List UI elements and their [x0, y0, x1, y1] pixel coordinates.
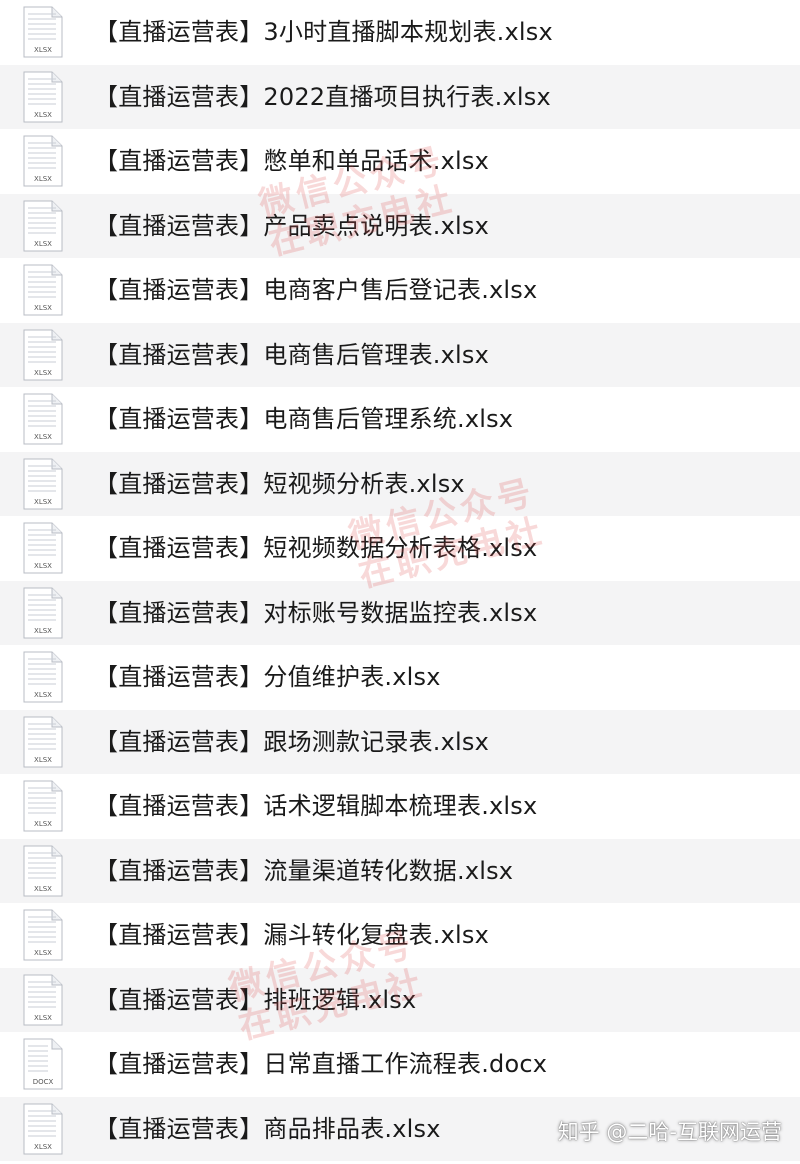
file-ext-label: XLSX: [34, 46, 52, 54]
file-name: 【直播运营表】短视频数据分析表格.xlsx: [94, 534, 538, 562]
file-row[interactable]: XLSX 【直播运营表】产品卖点说明表.xlsx: [0, 193, 800, 258]
file-name: 【直播运营表】2022直播项目执行表.xlsx: [94, 82, 551, 111]
file-ext-label: XLSX: [34, 885, 52, 893]
file-row[interactable]: XLSX 【直播运营表】排班逻辑.xlsx: [0, 967, 800, 1032]
xlsx-file-icon[interactable]: XLSX: [16, 650, 68, 704]
file-row[interactable]: XLSX 【直播运营表】电商客户售后登记表.xlsx: [0, 258, 800, 323]
xlsx-file-icon[interactable]: XLSX: [16, 199, 68, 253]
xlsx-file-icon[interactable]: XLSX: [16, 263, 68, 317]
file-name: 【直播运营表】漏斗转化复盘表.xlsx: [94, 921, 490, 949]
file-name: 【直播运营表】分值维护表.xlsx: [94, 663, 441, 691]
file-name: 【直播运营表】对标账号数据监控表.xlsx: [94, 598, 538, 627]
file-row[interactable]: XLSX 【直播运营表】2022直播项目执行表.xlsx: [0, 64, 800, 129]
xlsx-file-icon[interactable]: XLSX: [16, 521, 68, 575]
file-row[interactable]: DOCX 【直播运营表】日常直播工作流程表.docx: [0, 1032, 800, 1097]
file-row[interactable]: XLSX 【直播运营表】跟场测款记录表.xlsx: [0, 709, 800, 774]
file-ext-label: XLSX: [34, 111, 52, 119]
file-name: 【直播运营表】商品排品表.xlsx: [94, 1114, 441, 1143]
file-name: 【直播运营表】电商售后管理表.xlsx: [94, 340, 490, 369]
file-ext-label: XLSX: [34, 562, 52, 570]
file-name: 【直播运营表】日常直播工作流程表.docx: [94, 1050, 548, 1078]
file-name: 【直播运营表】排班逻辑.xlsx: [94, 985, 417, 1014]
file-ext-label: XLSX: [34, 1143, 52, 1151]
file-name: 【直播运营表】话术逻辑脚本梳理表.xlsx: [94, 792, 538, 820]
xlsx-file-icon[interactable]: XLSX: [16, 973, 68, 1027]
file-ext-label: XLSX: [34, 304, 52, 312]
file-name: 【直播运营表】流量渠道转化数据.xlsx: [94, 856, 514, 885]
author-credit: 知乎 @二哈-互联网运营: [557, 1120, 782, 1144]
xlsx-file-icon[interactable]: XLSX: [16, 1102, 68, 1156]
xlsx-file-icon[interactable]: XLSX: [16, 134, 68, 188]
file-row[interactable]: XLSX 【直播运营表】漏斗转化复盘表.xlsx: [0, 903, 800, 968]
file-ext-label: XLSX: [34, 240, 52, 248]
xlsx-file-icon[interactable]: XLSX: [16, 70, 68, 124]
file-name: 【直播运营表】电商售后管理系统.xlsx: [94, 405, 514, 433]
docx-file-icon[interactable]: DOCX: [16, 1037, 68, 1091]
xlsx-file-icon[interactable]: XLSX: [16, 5, 68, 59]
file-name: 【直播运营表】3小时直播脚本规划表.xlsx: [94, 18, 553, 46]
file-row[interactable]: XLSX 【直播运营表】短视频分析表.xlsx: [0, 451, 800, 516]
file-row[interactable]: XLSX 【直播运营表】电商售后管理表.xlsx: [0, 322, 800, 387]
file-ext-label: XLSX: [34, 820, 52, 828]
file-ext-label: XLSX: [34, 498, 52, 506]
file-row[interactable]: XLSX 【直播运营表】分值维护表.xlsx: [0, 645, 800, 710]
file-row[interactable]: XLSX 【直播运营表】流量渠道转化数据.xlsx: [0, 838, 800, 903]
xlsx-file-icon[interactable]: XLSX: [16, 844, 68, 898]
file-ext-label: XLSX: [34, 949, 52, 957]
xlsx-file-icon[interactable]: XLSX: [16, 779, 68, 833]
file-row[interactable]: XLSX 【直播运营表】3小时直播脚本规划表.xlsx: [0, 0, 800, 65]
xlsx-file-icon[interactable]: XLSX: [16, 715, 68, 769]
file-name: 【直播运营表】憋单和单品话术.xlsx: [94, 147, 490, 175]
xlsx-file-icon[interactable]: XLSX: [16, 586, 68, 640]
xlsx-file-icon[interactable]: XLSX: [16, 908, 68, 962]
xlsx-file-icon[interactable]: XLSX: [16, 457, 68, 511]
file-ext-label: XLSX: [34, 691, 52, 699]
file-name: 【直播运营表】短视频分析表.xlsx: [94, 469, 465, 498]
file-ext-label: XLSX: [34, 175, 52, 183]
file-ext-label: XLSX: [34, 1014, 52, 1022]
file-row[interactable]: XLSX 【直播运营表】憋单和单品话术.xlsx: [0, 129, 800, 194]
file-list: XLSX 【直播运营表】3小时直播脚本规划表.xlsx XLSX 【直播运营表】…: [0, 0, 800, 1161]
file-ext-label: XLSX: [34, 627, 52, 635]
file-name: 【直播运营表】产品卖点说明表.xlsx: [94, 211, 490, 240]
file-name: 【直播运营表】电商客户售后登记表.xlsx: [94, 276, 538, 304]
file-row[interactable]: XLSX 【直播运营表】话术逻辑脚本梳理表.xlsx: [0, 774, 800, 839]
file-ext-label: XLSX: [34, 756, 52, 764]
file-row[interactable]: XLSX 【直播运营表】电商售后管理系统.xlsx: [0, 387, 800, 452]
file-name: 【直播运营表】跟场测款记录表.xlsx: [94, 727, 490, 756]
xlsx-file-icon[interactable]: XLSX: [16, 392, 68, 446]
file-ext-label: XLSX: [34, 433, 52, 441]
file-ext-label: DOCX: [33, 1078, 54, 1086]
file-row[interactable]: XLSX 【直播运营表】短视频数据分析表格.xlsx: [0, 516, 800, 581]
file-row[interactable]: XLSX 【直播运营表】对标账号数据监控表.xlsx: [0, 580, 800, 645]
file-ext-label: XLSX: [34, 369, 52, 377]
xlsx-file-icon[interactable]: XLSX: [16, 328, 68, 382]
